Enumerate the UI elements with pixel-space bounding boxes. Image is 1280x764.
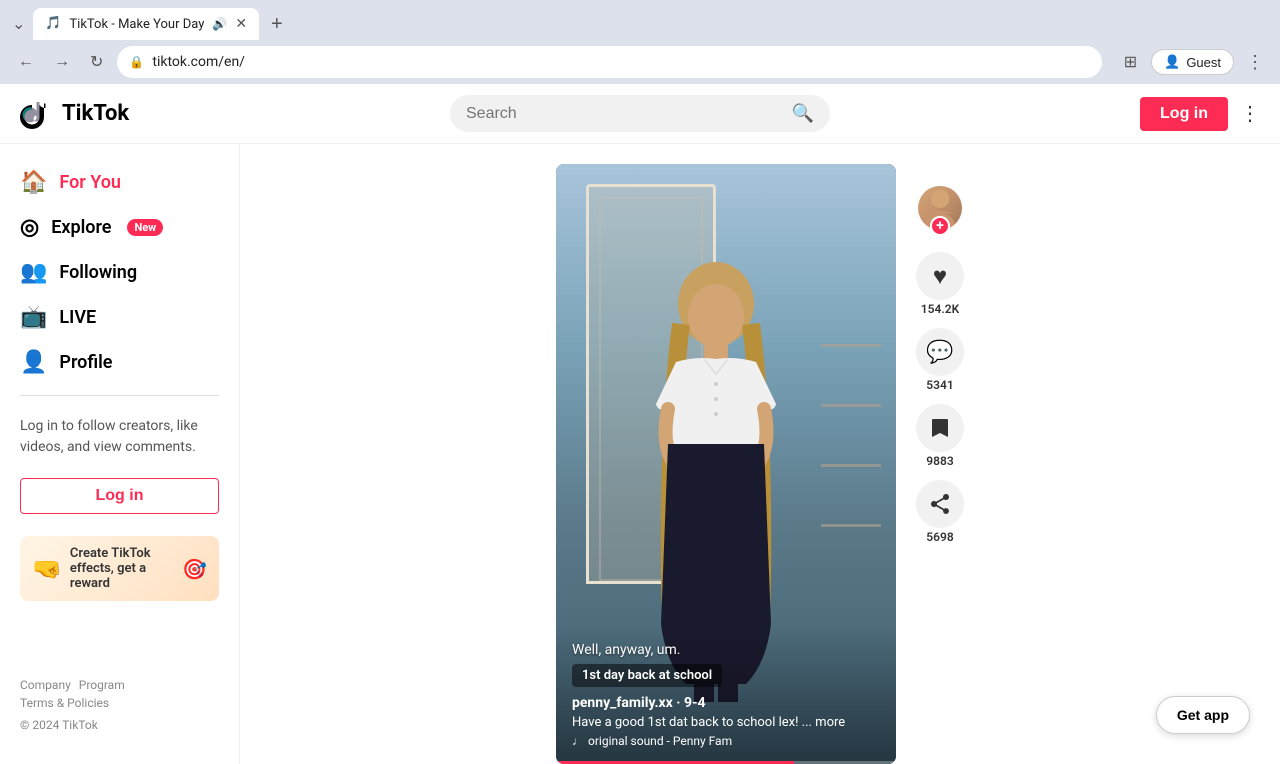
tab-bar: ⌄ 🎵 TikTok - Make Your Day 🔊 ✕ + [0,0,1280,40]
video-username: penny_family.xx · 9-4 [572,695,880,711]
sidebar-item-label-live: LIVE [59,307,96,328]
explore-icon: ◎ [20,215,39,240]
follow-plus-btn[interactable]: + [930,216,950,236]
sidebar-footer: Company Program Terms & Policies © 2024 … [0,662,239,748]
sidebar-item-following[interactable]: 👥 Following [0,250,239,295]
tab-close-btn[interactable]: ✕ [235,16,247,32]
footer-link-terms[interactable]: Terms & Policies [20,696,109,710]
sidebar-item-label-profile: Profile [59,352,112,373]
bookmark-btn[interactable]: 9883 [916,404,964,468]
browser-actions: ⊞ 👤 Guest ⋮ [1118,48,1268,77]
get-app-btn[interactable]: Get app [1156,696,1250,734]
tab-switcher-btn[interactable]: ⌄ [8,10,29,38]
action-sidebar: + ♥ 154.2K 💬 5341 [916,164,964,552]
comment-btn[interactable]: 💬 5341 [916,328,964,392]
address-input-wrap[interactable]: 🔒 tiktok.com/en/ [117,46,1101,78]
tiktok-logo-icon [20,96,56,132]
live-icon: 📺 [20,305,47,330]
bookmark-icon [916,404,964,452]
login-btn[interactable]: Log in [1140,97,1228,131]
promo-banner[interactable]: 🤜 Create TikTok effects, get a reward 🎯 [20,536,219,601]
sidebar-item-explore[interactable]: ◎ Explore New [0,205,239,250]
like-btn[interactable]: ♥ 154.2K [916,252,964,316]
video-sound: ♩ original sound - Penny Fam [572,734,880,748]
guest-btn[interactable]: 👤 Guest [1151,49,1234,75]
login-prompt: Log in to follow creators, like videos, … [0,406,239,468]
sidebar-item-profile[interactable]: 👤 Profile [0,340,239,385]
video-overlay: Well, anyway, um. 1st day back at school… [556,626,896,764]
home-icon: 🏠 [20,170,47,195]
video-feed: Well, anyway, um. 1st day back at school… [556,164,964,744]
logo[interactable]: TikTok [20,96,129,132]
share-btn[interactable]: 5698 [916,480,964,544]
tab-title: TikTok - Make Your Day [69,17,204,32]
guest-avatar-icon: 👤 [1164,54,1180,70]
promo-icon: 🤜 [32,555,62,583]
like-icon: ♥ [916,252,964,300]
tab-favicon: 🎵 [45,16,61,32]
logo-text: TikTok [62,101,129,126]
address-bar: ← → ↻ 🔒 tiktok.com/en/ ⊞ 👤 Guest ⋮ [0,40,1280,84]
sound-text: original sound - Penny Fam [588,734,732,748]
footer-link-program[interactable]: Program [79,678,125,692]
search-icon[interactable]: 🔍 [792,103,814,124]
shelf-4 [821,524,881,527]
refresh-btn[interactable]: ↻ [84,48,109,76]
main-content: 🏠 For You ◎ Explore New 👥 Following 📺 LI… [0,144,1280,764]
sidebar-divider [20,395,219,396]
content-area: Well, anyway, um. 1st day back at school… [240,144,1280,764]
search-input[interactable] [466,105,784,123]
app-header: TikTok 🔍 Log in ⋮ [0,84,1280,144]
sidebar-item-label-for-you: For You [59,172,121,193]
shelf-1 [821,344,881,347]
video-description: Have a good 1st dat back to school lex! … [572,715,880,730]
back-btn[interactable]: ← [12,49,40,75]
header-more-btn[interactable]: ⋮ [1240,101,1260,126]
video-caption: Well, anyway, um. [572,642,880,658]
sidebar: 🏠 For You ◎ Explore New 👥 Following 📺 LI… [0,144,240,764]
comment-icon: 💬 [916,328,964,376]
address-text: tiktok.com/en/ [152,54,1089,70]
comment-count: 5341 [926,378,953,392]
video-tag: 1st day back at school [572,664,722,687]
shelf-2 [821,404,881,407]
sidebar-item-live[interactable]: 📺 LIVE [0,295,239,340]
guest-label: Guest [1186,55,1221,70]
browser-window: ⌄ 🎵 TikTok - Make Your Day 🔊 ✕ + ← → ↻ 🔒… [0,0,1280,84]
sidebar-item-label-following: Following [59,262,137,283]
browser-more-btn[interactable]: ⋮ [1242,48,1268,77]
active-tab[interactable]: 🎵 TikTok - Make Your Day 🔊 ✕ [33,8,259,40]
extensions-btn[interactable]: ⊞ [1118,48,1143,76]
promo-emoji: 🎯 [182,557,207,581]
promo-text: Create TikTok effects, get a reward [70,546,174,591]
profile-icon: 👤 [20,350,47,375]
creator-avatar[interactable]: + [916,184,964,232]
video-card[interactable]: Well, anyway, um. 1st day back at school… [556,164,896,764]
following-icon: 👥 [20,260,47,285]
bookmark-count: 9883 [926,454,953,468]
tab-audio-icon[interactable]: 🔊 [212,17,227,31]
music-note-icon: ♩ [572,734,584,748]
tiktok-app: TikTok 🔍 Log in ⋮ 🏠 For You ◎ Explore Ne… [0,84,1280,764]
sidebar-item-label-explore: Explore [51,217,111,238]
footer-copyright: © 2024 TikTok [20,718,219,732]
forward-btn[interactable]: → [48,49,76,75]
explore-new-badge: New [127,219,163,236]
footer-links: Company Program Terms & Policies [20,678,219,710]
header-right: Log in ⋮ [1140,97,1260,131]
share-count: 5698 [926,530,953,544]
search-bar[interactable]: 🔍 [450,95,830,132]
like-count: 154.2K [921,302,959,316]
shelf-3 [821,464,881,467]
new-tab-btn[interactable]: + [263,9,291,40]
share-icon [916,480,964,528]
footer-link-company[interactable]: Company [20,678,71,692]
lock-icon: 🔒 [129,55,144,69]
sidebar-item-for-you[interactable]: 🏠 For You [0,160,239,205]
sidebar-login-btn[interactable]: Log in [20,478,219,514]
